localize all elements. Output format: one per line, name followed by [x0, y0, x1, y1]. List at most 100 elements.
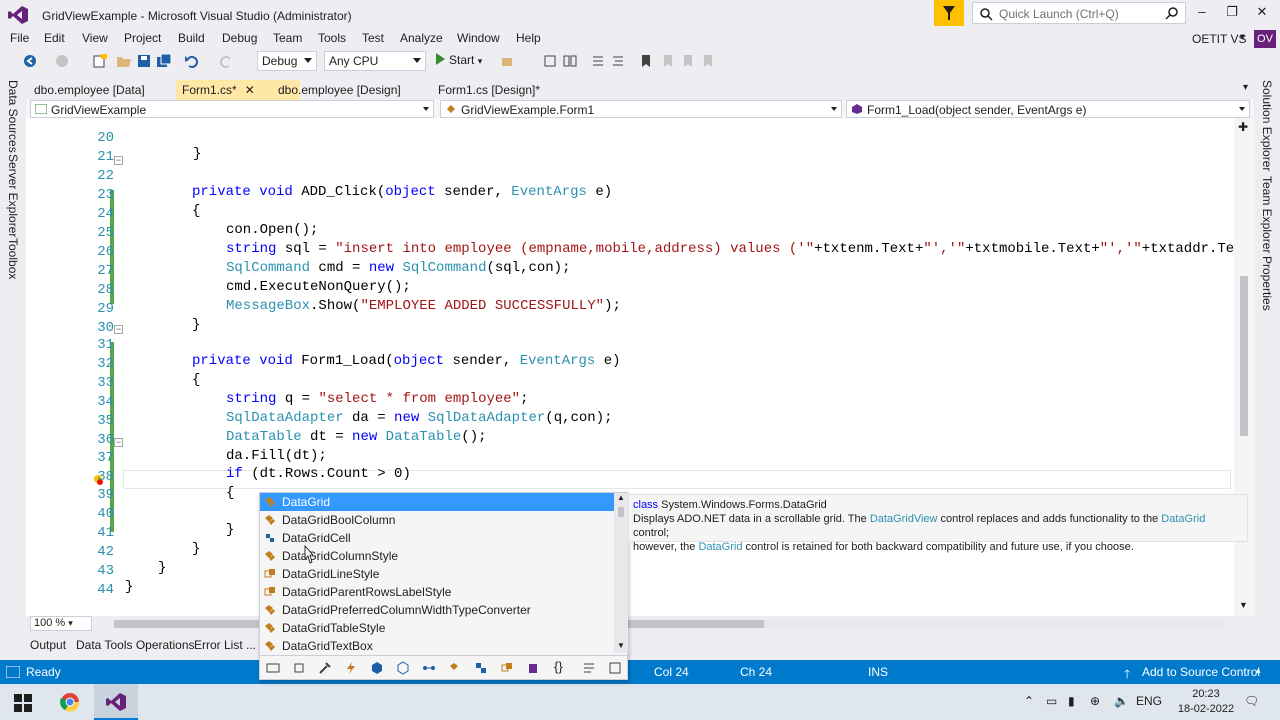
tab-employee-data[interactable]: dbo.employee [Data]: [28, 80, 151, 100]
menu-file[interactable]: File: [10, 31, 29, 45]
tab-team-explorer[interactable]: Team Explorer: [1260, 176, 1274, 253]
visual-studio-app[interactable]: [94, 684, 138, 720]
project-dropdown[interactable]: GridViewExample: [30, 100, 434, 118]
notification-filter-button[interactable]: [934, 0, 964, 26]
undo-icon[interactable]: [184, 53, 200, 69]
filter-locals-icon[interactable]: [526, 661, 540, 675]
completion-item[interactable]: DataGridBoolColumn: [260, 511, 614, 529]
quick-launch-input[interactable]: Quick Launch (Ctrl+Q): [972, 2, 1186, 24]
completion-item[interactable]: DataGridTableStyle: [260, 619, 614, 637]
clock[interactable]: 20:23 18-02-2022: [1176, 687, 1236, 717]
solution-configuration-select[interactable]: Debug: [257, 51, 317, 71]
menu-view[interactable]: View: [82, 31, 108, 45]
chrome-app[interactable]: [48, 684, 92, 720]
scrollbar-thumb[interactable]: [618, 507, 624, 517]
volume-icon[interactable]: 🔈: [1114, 694, 1129, 708]
close-tab-icon[interactable]: ✕: [245, 83, 255, 97]
tray-chevron-icon[interactable]: ⌃: [1024, 694, 1034, 708]
expand-icon[interactable]: ▴: [1256, 665, 1261, 676]
completion-scrollbar[interactable]: ▲ ▼: [614, 493, 628, 653]
filter-snippets-icon[interactable]: [582, 661, 596, 675]
prev-bookmark-icon[interactable]: [660, 53, 676, 69]
next-bookmark-icon[interactable]: [680, 53, 696, 69]
tab-toolbox[interactable]: Toolbox: [6, 238, 20, 279]
menu-debug[interactable]: Debug: [222, 31, 257, 45]
minimize-button[interactable]: –: [1188, 4, 1216, 24]
user-name[interactable]: OETIT VS: [1192, 32, 1246, 46]
menu-analyze[interactable]: Analyze: [400, 31, 443, 45]
battery-icon[interactable]: ▮: [1068, 694, 1075, 708]
scroll-down-icon[interactable]: ▼: [1239, 600, 1248, 610]
completion-item[interactable]: DataGridLineStyle: [260, 565, 614, 583]
filter-methods-icon[interactable]: [370, 661, 384, 675]
tab-output[interactable]: Output: [30, 638, 66, 652]
completion-item[interactable]: DataGridCell: [260, 529, 614, 547]
redo-icon[interactable]: [218, 53, 234, 69]
menu-test[interactable]: Test: [362, 31, 384, 45]
filter-keywords-icon[interactable]: {}: [554, 659, 563, 674]
expand-list-icon[interactable]: [608, 661, 622, 675]
tab-server-explorer[interactable]: Server Explorer: [6, 154, 20, 237]
filter-classes-icon[interactable]: [448, 661, 462, 675]
network-icon[interactable]: ⊕: [1090, 694, 1100, 708]
tab-data-tools-operations[interactable]: Data Tools Operations: [76, 638, 195, 652]
menu-team[interactable]: Team: [273, 31, 302, 45]
menu-edit[interactable]: Edit: [44, 31, 65, 45]
filter-namespaces-icon[interactable]: [266, 661, 280, 675]
intellisense-popup[interactable]: DataGrid DataGridBoolColumn DataGridCell…: [259, 492, 628, 680]
scrollbar-thumb[interactable]: [1240, 276, 1248, 436]
browser-link-icon[interactable]: [500, 53, 516, 69]
new-project-icon[interactable]: [92, 53, 108, 69]
split-editor-icon[interactable]: ✚: [1238, 120, 1248, 134]
menu-help[interactable]: Help: [516, 31, 541, 45]
open-folder-icon[interactable]: [116, 53, 132, 69]
toolbar-tool-icon[interactable]: [542, 53, 558, 69]
scroll-down-icon[interactable]: ▼: [617, 641, 625, 650]
maximize-button[interactable]: ❐: [1218, 4, 1246, 24]
toolbar-tool-icon-2[interactable]: [562, 53, 578, 69]
save-icon[interactable]: [136, 53, 152, 69]
filter-properties-icon[interactable]: [318, 661, 332, 675]
filter-structures-icon[interactable]: [474, 661, 488, 675]
tab-error-list[interactable]: Error List ...: [194, 638, 256, 652]
bookmark-icon[interactable]: [638, 53, 654, 69]
member-dropdown[interactable]: Form1_Load(object sender, EventArgs e): [846, 100, 1250, 118]
notifications-icon[interactable]: 🗨: [1244, 694, 1259, 708]
user-avatar[interactable]: OV: [1254, 30, 1276, 48]
completion-item[interactable]: DataGridPreferredColumnWidthTypeConverte…: [260, 601, 614, 619]
language-indicator[interactable]: ENG: [1136, 694, 1162, 708]
save-all-icon[interactable]: [156, 53, 172, 69]
tab-data-sources[interactable]: Data Sources: [6, 80, 20, 153]
menu-project[interactable]: Project: [124, 31, 161, 45]
menu-window[interactable]: Window: [457, 31, 500, 45]
add-to-source-control-button[interactable]: Add to Source Control: [1142, 665, 1260, 679]
completion-item[interactable]: DataGridParentRowsLabelStyle: [260, 583, 614, 601]
completion-list[interactable]: DataGrid DataGridBoolColumn DataGridCell…: [260, 493, 614, 653]
zoom-select[interactable]: 100 % ▾: [30, 616, 92, 631]
comment-icon[interactable]: [590, 53, 606, 69]
close-button[interactable]: ✕: [1248, 4, 1276, 24]
completion-item[interactable]: DataGridColumnStyle: [260, 547, 614, 565]
class-dropdown[interactable]: GridViewExample.Form1: [440, 100, 842, 118]
filter-interfaces-icon[interactable]: [396, 661, 410, 675]
forward-icon[interactable]: [54, 53, 70, 69]
tab-solution-explorer[interactable]: Solution Explorer: [1260, 80, 1274, 171]
filter-enums-icon[interactable]: [500, 661, 514, 675]
start-debugging-button[interactable]: Start ▾: [436, 53, 482, 67]
menu-tools[interactable]: Tools: [318, 31, 346, 45]
scroll-up-icon[interactable]: ▲: [617, 493, 625, 502]
completion-item[interactable]: DataGridTextBox: [260, 637, 614, 655]
filter-events-icon[interactable]: [344, 661, 358, 675]
menu-build[interactable]: Build: [178, 31, 205, 45]
tab-employee-design[interactable]: dbo.employee [Design]: [272, 80, 407, 100]
filter-modules-icon[interactable]: [292, 661, 306, 675]
user-dropdown-icon[interactable]: ▾: [1240, 32, 1245, 43]
uncomment-icon[interactable]: [610, 53, 626, 69]
completion-item[interactable]: DataGrid: [260, 493, 614, 511]
windows-start-icon[interactable]: [14, 694, 32, 712]
clear-bookmarks-icon[interactable]: [700, 53, 716, 69]
solution-platform-select[interactable]: Any CPU: [324, 51, 426, 71]
tab-list-dropdown-icon[interactable]: ▾: [1243, 82, 1248, 93]
filter-delegates-icon[interactable]: [422, 661, 436, 675]
back-icon[interactable]: [22, 53, 38, 69]
